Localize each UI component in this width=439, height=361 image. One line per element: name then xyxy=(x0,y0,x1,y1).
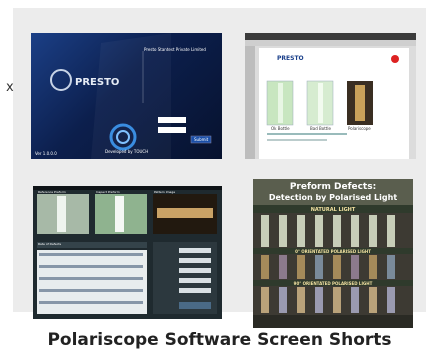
presto-logo-icon xyxy=(50,69,72,91)
developer-credit: Developed by TOUCH xyxy=(105,149,149,154)
presto-logo-text: PRESTO xyxy=(75,77,120,88)
side-mark: x xyxy=(6,80,14,95)
poster-title-line2: Detection by Polarised Light xyxy=(268,193,398,202)
brand-logo-icon xyxy=(391,55,399,63)
password-field xyxy=(158,127,186,133)
version-text: Ver 1.0.0.0 xyxy=(35,151,57,156)
submit-button-label[interactable]: Submit xyxy=(194,137,208,142)
inspection-window-art xyxy=(33,186,222,314)
screenshot-inspection[interactable]: Reference Preform Inspect Preform Patter… xyxy=(33,186,222,319)
zero-degree-preforms xyxy=(261,255,395,279)
reference-preform-title: Reference Preform xyxy=(38,190,66,194)
report-window-art xyxy=(245,33,416,159)
bad-bottle-label: Bad Bottle xyxy=(310,126,331,131)
run-button xyxy=(179,302,211,309)
screenshot-defects-poster[interactable]: Preform Defects: Detection by Polarised … xyxy=(253,179,413,328)
inspect-preform-title: Inspect Preform xyxy=(96,190,120,194)
screenshot-login[interactable]: PRESTO Presto Stantest Private Limited D… xyxy=(31,33,222,159)
ninety-degree-band: 90° ORIENTATED POLARISED LIGHT xyxy=(293,281,373,286)
side-panel xyxy=(245,46,255,159)
rate-of-defects-title: Rate of Defects xyxy=(38,242,62,246)
ok-bottle-label: Ok Bottle xyxy=(271,126,290,131)
zero-degree-band: 0° ORIENTATED POLARISED LIGHT xyxy=(295,249,371,254)
report-logo-text: PRESTO xyxy=(277,55,304,62)
ninety-degree-preforms xyxy=(261,287,395,313)
natural-light-preforms xyxy=(261,215,395,247)
natural-light-band: NATURAL LIGHT xyxy=(310,207,356,213)
caption: Polariscope Software Screen Shorts xyxy=(47,330,392,350)
user-field xyxy=(158,117,186,123)
screenshot-report[interactable]: PRESTO Ok Bottle Bad Bottle Polariscope xyxy=(245,33,416,159)
defects-list xyxy=(37,250,147,314)
pattern-image-title: Pattern Image xyxy=(154,190,176,194)
toolbar xyxy=(245,40,416,46)
poster-title-line1: Preform Defects: xyxy=(289,182,377,192)
window-titlebar xyxy=(245,33,416,40)
company-name: Presto Stantest Private Limited xyxy=(144,47,206,52)
polariscope-label: Polariscope xyxy=(348,126,371,131)
